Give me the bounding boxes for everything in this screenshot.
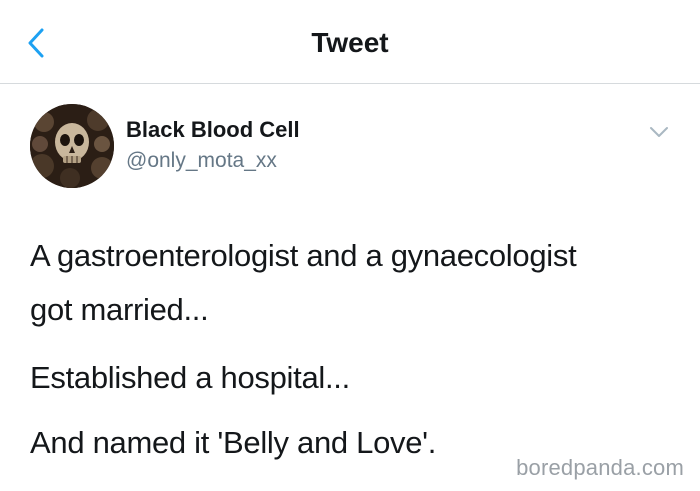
avatar[interactable] [30, 104, 114, 188]
top-bar: Tweet [0, 0, 700, 84]
user-handle[interactable]: @only_mota_xx [126, 148, 277, 174]
watermark: boredpanda.com [516, 455, 684, 480]
tweet-text-line: And named it 'Belly and Love'. [30, 425, 437, 460]
tweet-text-line: A gastroenterologist and a gynaecologist [30, 238, 577, 273]
chevron-down-icon[interactable] [648, 124, 670, 140]
tweet-text-line: got married... [30, 292, 209, 327]
page-title: Tweet [311, 27, 389, 58]
tweet-menu-button[interactable] [648, 124, 670, 140]
user-display-name[interactable]: Black Blood Cell [126, 116, 300, 144]
tweet-text-line: Established a hospital... [30, 360, 350, 395]
